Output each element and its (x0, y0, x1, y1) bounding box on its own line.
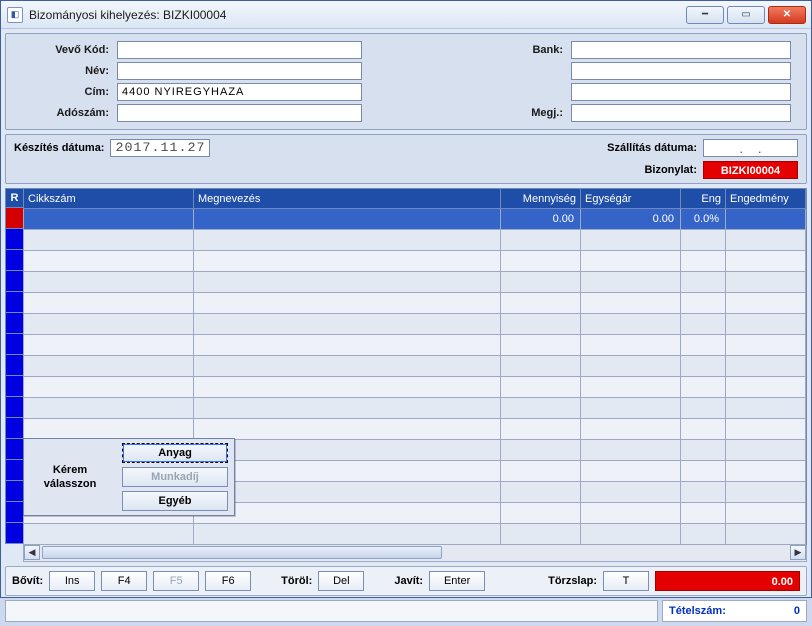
row-selector-12[interactable] (5, 460, 23, 481)
input-bank-3[interactable] (571, 83, 791, 101)
input-vevo-kod[interactable] (117, 41, 362, 59)
table-row[interactable] (24, 398, 806, 419)
row-selector-14[interactable] (5, 502, 23, 523)
window-controls: ━ ▭ ✕ (681, 3, 811, 27)
cell-egysegar[interactable]: 0.00 (581, 209, 681, 230)
bizonylat-badge: BIZKI00004 (703, 161, 798, 179)
table-row[interactable] (24, 251, 806, 272)
label-nev: Név: (14, 65, 109, 77)
grid-hscrollbar[interactable]: ◀ ▶ (23, 545, 807, 562)
row-selector-6[interactable] (5, 334, 23, 355)
input-megj[interactable] (571, 104, 791, 122)
bottom-toolbar: Bővít: Ins F4 F5 F6 Töröl: Del Javít: En… (5, 566, 807, 596)
row-selector-10[interactable] (5, 418, 23, 439)
input-created-date[interactable] (110, 139, 210, 157)
dates-panel: Készítés dátuma: Szállítás dátuma: Bizon… (5, 134, 807, 184)
row-selector-15[interactable] (5, 523, 23, 544)
label-ship-date: Szállítás dátuma: (607, 142, 697, 154)
window-frame: ◧ Bizományosi kihelyezés: BIZKI00004 ━ ▭… (0, 0, 812, 598)
cell-engedmeny[interactable] (726, 209, 806, 230)
label-bank: Bank: (508, 44, 563, 56)
btn-anyag[interactable]: Anyag (122, 443, 228, 463)
label-torzslap: Törzslap: (548, 575, 597, 587)
btn-enter[interactable]: Enter (429, 571, 485, 591)
grid-header-r[interactable]: R (5, 188, 23, 208)
btn-ins[interactable]: Ins (49, 571, 95, 591)
table-row[interactable] (24, 272, 806, 293)
label-torol: Töröl: (281, 575, 312, 587)
status-blank (5, 600, 658, 622)
total-badge: 0.00 (655, 571, 800, 591)
row-selector-11[interactable] (5, 439, 23, 460)
label-bovit: Bővít: (12, 575, 43, 587)
label-megj: Megj.: (508, 107, 563, 119)
cell-megnevezes[interactable] (194, 209, 501, 230)
row-selector-13[interactable] (5, 481, 23, 502)
client-area: Vevő Kód: Név: Cím: Adószám: (1, 29, 811, 626)
grid-header-eng[interactable]: Eng (681, 189, 726, 209)
cell-cikkszam[interactable] (24, 209, 194, 230)
close-button[interactable]: ✕ (768, 6, 806, 24)
label-javit: Javít: (394, 575, 423, 587)
input-cim[interactable] (117, 83, 362, 101)
table-row[interactable] (24, 230, 806, 251)
table-row[interactable] (24, 419, 806, 440)
grid-header-egysegar[interactable]: Egységár (581, 189, 681, 209)
btn-egyeb[interactable]: Egyéb (122, 491, 228, 511)
label-adoszam: Adószám: (14, 107, 109, 119)
input-bank-1[interactable] (571, 41, 791, 59)
row-selector-7[interactable] (5, 355, 23, 376)
cell-mennyiseg[interactable]: 0.00 (501, 209, 581, 230)
status-count-value: 0 (794, 605, 800, 617)
input-nev[interactable] (117, 62, 362, 80)
row-selector-8[interactable] (5, 376, 23, 397)
choice-dialog: Kérem válasszon Anyag Munkadíj Egyéb (23, 438, 235, 516)
table-row[interactable] (24, 314, 806, 335)
table-row[interactable]: 0.00 0.00 0.0% (24, 209, 806, 230)
row-selector-0[interactable] (5, 208, 23, 229)
row-selector-2[interactable] (5, 250, 23, 271)
grid-header-engedmeny[interactable]: Engedmény (726, 189, 806, 209)
btn-munkadij[interactable]: Munkadíj (122, 467, 228, 487)
table-row[interactable] (24, 356, 806, 377)
btn-f4[interactable]: F4 (101, 571, 147, 591)
grid-header-megnevezes[interactable]: Megnevezés (194, 189, 501, 209)
table-row[interactable] (24, 377, 806, 398)
row-selector-1[interactable] (5, 229, 23, 250)
scroll-right-icon[interactable]: ▶ (790, 545, 806, 560)
choice-prompt: Kérem válasszon (24, 439, 116, 515)
table-row[interactable] (24, 293, 806, 314)
cell-eng[interactable]: 0.0% (681, 209, 726, 230)
status-row: Tételszám: 0 (5, 600, 807, 622)
row-selector-5[interactable] (5, 313, 23, 334)
scroll-left-icon[interactable]: ◀ (24, 545, 40, 560)
row-selector-9[interactable] (5, 397, 23, 418)
table-row[interactable] (24, 524, 806, 545)
btn-f5[interactable]: F5 (153, 571, 199, 591)
label-vevo-kod: Vevő Kód: (14, 44, 109, 56)
maximize-button[interactable]: ▭ (727, 6, 765, 24)
input-ship-date[interactable] (703, 139, 798, 157)
grid-header-cikkszam[interactable]: Cikkszám (24, 189, 194, 209)
label-bizonylat: Bizonylat: (644, 164, 697, 176)
titlebar[interactable]: ◧ Bizományosi kihelyezés: BIZKI00004 ━ ▭… (1, 1, 811, 29)
window-title: Bizományosi kihelyezés: BIZKI00004 (29, 8, 681, 22)
btn-f6[interactable]: F6 (205, 571, 251, 591)
btn-del[interactable]: Del (318, 571, 364, 591)
btn-t[interactable]: T (603, 571, 649, 591)
status-count: Tételszám: 0 (662, 600, 807, 622)
row-selector-3[interactable] (5, 271, 23, 292)
input-bank-2[interactable] (571, 62, 791, 80)
grid-header-mennyiseg[interactable]: Mennyiség (501, 189, 581, 209)
status-count-label: Tételszám: (669, 605, 726, 617)
label-cim: Cím: (14, 86, 109, 98)
label-created-date: Készítés dátuma: (14, 142, 104, 154)
table-row[interactable] (24, 335, 806, 356)
input-adoszam[interactable] (117, 104, 362, 122)
minimize-button[interactable]: ━ (686, 6, 724, 24)
app-icon: ◧ (7, 7, 23, 23)
scroll-thumb[interactable] (42, 546, 442, 559)
row-selector-4[interactable] (5, 292, 23, 313)
customer-panel: Vevő Kód: Név: Cím: Adószám: (5, 33, 807, 130)
